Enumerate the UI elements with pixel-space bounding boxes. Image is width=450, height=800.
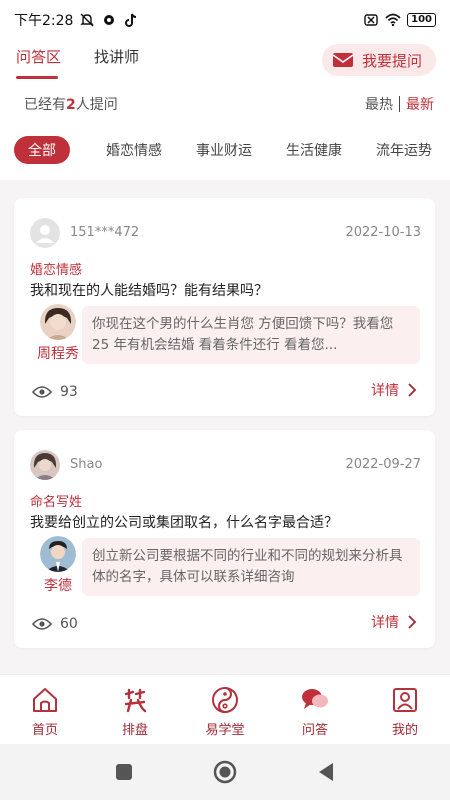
- tab-mine[interactable]: 我的: [375, 685, 435, 738]
- eye-icon: [32, 618, 52, 630]
- tab-paipan-label: 排盘: [121, 723, 148, 738]
- question-text: 我要给创立的公司或集团取名，什么名字最合适？: [30, 515, 338, 531]
- tab-qa-nav[interactable]: 问答: [285, 685, 345, 738]
- chart-calligraphy-icon: [124, 688, 147, 713]
- sim-off-icon: [364, 14, 378, 26]
- yinyang-icon: [212, 687, 238, 713]
- question-category: 命名写姓: [30, 495, 83, 510]
- category-filter-bar: 全部 婚恋情感 事业财运 生活健康 流年运势: [0, 120, 450, 180]
- settings-gear-icon: [104, 15, 115, 25]
- question-category: 婚恋情感: [30, 263, 83, 278]
- view-count: 60: [32, 616, 78, 632]
- status-time: 下午2:28: [14, 13, 74, 29]
- category-chip-all[interactable]: 全部: [14, 136, 70, 164]
- eye-icon: [32, 386, 52, 398]
- user-avatar: [30, 450, 60, 480]
- detail-link[interactable]: 详情: [371, 612, 417, 632]
- bottom-tab-bar: 首页 排盘 易学堂 问答 我的: [0, 674, 450, 744]
- asked-suffix: 人提问: [75, 97, 118, 113]
- chat-bubbles-icon: [302, 689, 328, 709]
- tab-yixuetang-label: 易学堂: [205, 723, 245, 738]
- question-card[interactable]: 151***472 2022-10-13 婚恋情感 我和现在的人能结婚吗？能有结…: [14, 198, 435, 416]
- asked-count-text: 已经有2人提问: [24, 94, 118, 114]
- detail-link[interactable]: 详情: [371, 380, 417, 400]
- user-name: Shao: [70, 457, 103, 472]
- user-avatar: [30, 218, 60, 248]
- teacher-avatar: [40, 304, 76, 340]
- status-bar: 下午2:28 100: [0, 0, 450, 40]
- profile-icon: [393, 688, 417, 712]
- envelope-icon: [332, 53, 354, 67]
- tab-mine-label: 我的: [391, 723, 418, 738]
- tab-qa[interactable]: 问答区: [16, 46, 61, 67]
- ask-question-label: 我要提问: [362, 51, 423, 70]
- category-chip-health[interactable]: 生活健康: [286, 140, 342, 160]
- user-name: 151***472: [70, 225, 140, 240]
- battery-indicator: 100: [407, 13, 436, 27]
- tab-find-teacher[interactable]: 找讲师: [94, 46, 139, 67]
- tab-paipan[interactable]: 排盘: [105, 685, 165, 738]
- question-date: 2022-09-27: [345, 457, 421, 472]
- tab-yixuetang[interactable]: 易学堂: [195, 685, 255, 738]
- chevron-right-icon: [408, 615, 417, 629]
- asked-count: 2: [66, 97, 76, 113]
- sort-switch: 最热 最新: [365, 94, 434, 114]
- category-chip-love[interactable]: 婚恋情感: [106, 140, 162, 160]
- answer-preview: 创立新公司要根据不同的行业和不同的规划来分析具体的名字，具体可以联系详细咨询: [82, 538, 420, 596]
- subheader: 已经有2人提问 最热 最新: [0, 90, 450, 120]
- category-chip-career[interactable]: 事业财运: [196, 140, 252, 160]
- sort-divider: [399, 96, 400, 112]
- answer-preview: 你现在这个男的什么生肖您 方便回馈下吗？我看您 25 年有机会结婚 看着条件还行…: [82, 306, 420, 364]
- home-circle-icon[interactable]: [213, 760, 237, 784]
- teacher-info[interactable]: 周程秀: [30, 304, 86, 363]
- question-date: 2022-10-13: [345, 225, 421, 240]
- home-icon: [33, 688, 57, 712]
- back-triangle-icon[interactable]: [317, 762, 335, 782]
- view-count-value: 60: [60, 616, 78, 632]
- default-user-icon: [30, 218, 60, 248]
- mute-bell-icon: [80, 13, 95, 27]
- tiktok-icon: [125, 13, 137, 27]
- teacher-name: 周程秀: [37, 346, 79, 362]
- chevron-right-icon: [408, 383, 417, 397]
- asked-prefix: 已经有: [24, 97, 66, 113]
- detail-label: 详情: [371, 383, 399, 399]
- question-text: 我和现在的人能结婚吗？能有结果吗？: [30, 283, 268, 299]
- recent-apps-icon[interactable]: [115, 763, 133, 781]
- ask-question-button[interactable]: 我要提问: [322, 44, 436, 76]
- sort-hot-button[interactable]: 最热: [365, 94, 393, 114]
- tab-home[interactable]: 首页: [15, 685, 75, 738]
- tab-home-label: 首页: [31, 723, 58, 738]
- teacher-avatar: [40, 536, 76, 572]
- question-card[interactable]: Shao 2022-09-27 命名写姓 我要给创立的公司或集团取名，什么名字最…: [14, 430, 435, 648]
- category-chip-fortune[interactable]: 流年运势: [376, 140, 432, 160]
- system-navigation-bar: [0, 744, 450, 800]
- view-count-value: 93: [60, 384, 78, 400]
- teacher-name: 李德: [44, 578, 72, 594]
- active-tab-indicator: [16, 76, 58, 79]
- view-count: 93: [32, 384, 78, 400]
- teacher-info[interactable]: 李德: [30, 536, 86, 595]
- wifi-icon: [385, 13, 401, 27]
- detail-label: 详情: [371, 615, 399, 631]
- sort-new-button[interactable]: 最新: [406, 94, 434, 114]
- tab-qa-label: 问答: [301, 723, 328, 738]
- top-header: 问答区 找讲师 我要提问: [0, 40, 450, 90]
